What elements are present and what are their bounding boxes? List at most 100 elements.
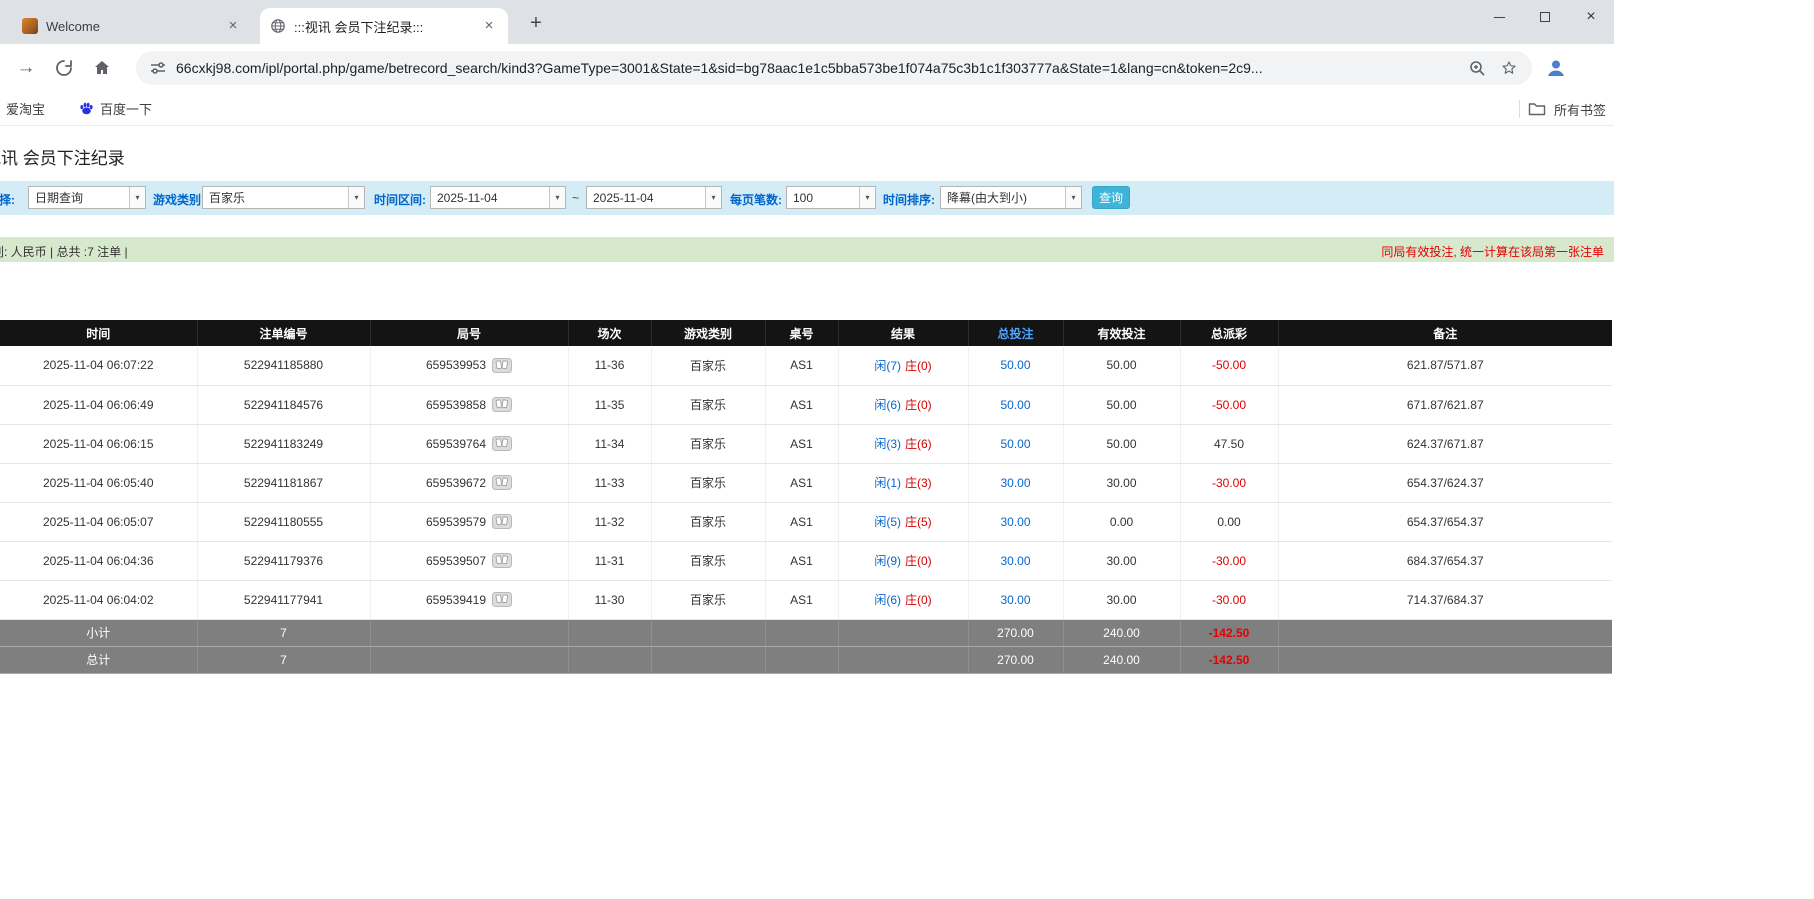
cell-session: 11-30 — [568, 580, 652, 620]
new-tab-button[interactable]: + — [522, 10, 550, 38]
cell-bet-id: 522941184576 — [197, 385, 371, 425]
total-bet-link[interactable]: 30.00 — [1000, 554, 1030, 568]
cell-total-bet: 30.00 — [968, 580, 1064, 620]
notice-text: 同局有效投注, 统一计算在该局第一张注单 — [1381, 245, 1604, 259]
cell-payout: 47.50 — [1180, 424, 1279, 464]
cell-note: 671.87/621.87 — [1278, 385, 1612, 425]
cell-valid-bet: 30.00 — [1063, 580, 1181, 620]
chevron-down-icon: ▾ — [1065, 187, 1081, 208]
cell-game-type: 百家乐 — [651, 541, 766, 581]
bookmark-star-icon[interactable] — [1500, 59, 1518, 77]
result-player: 闲(3) — [874, 437, 901, 451]
chevron-down-icon: ▾ — [129, 187, 145, 208]
bet-record-row: 2025-11-04 06:05:07 522941180555 6595395… — [0, 502, 1612, 542]
window-controls: × — [1476, 0, 1614, 34]
cell-note: 654.37/624.37 — [1278, 463, 1612, 503]
cell-session: 11-31 — [568, 541, 652, 581]
cell-payout: -30.00 — [1180, 541, 1279, 581]
game-category-select[interactable]: 百家乐 ▾ — [202, 186, 365, 209]
browser-window: Welcome × :::视讯 会员下注纪录::: × + × → 66cxkj… — [0, 0, 1614, 899]
date-to-select[interactable]: 2025-11-04 ▾ — [586, 186, 722, 209]
result-banker: 庄(0) — [905, 593, 932, 607]
cell-valid-bet: 30.00 — [1063, 541, 1181, 581]
tab-close-icon[interactable]: × — [480, 17, 498, 35]
bookmark-aitaobao[interactable]: 爱淘宝 — [0, 99, 49, 118]
sort-order-select[interactable]: 降幕(由大到小) ▾ — [940, 186, 1082, 209]
minimize-button[interactable] — [1476, 0, 1522, 34]
zoom-icon[interactable] — [1468, 59, 1486, 77]
bet-records-table: 时间 注单编号 局号 场次 游戏类别 桌号 结果 总投注 有效投注 总派彩 备注… — [0, 320, 1612, 674]
bookmark-label: 爱淘宝 — [6, 102, 46, 117]
cell-time: 2025-11-04 06:04:02 — [0, 580, 198, 620]
globe-icon — [270, 18, 286, 34]
home-button[interactable] — [88, 54, 116, 82]
search-button[interactable]: 查询 — [1092, 186, 1130, 209]
total-bet-link[interactable]: 50.00 — [1000, 398, 1030, 412]
cell-payout: 0.00 — [1180, 502, 1279, 542]
all-bookmarks-button[interactable]: 所有书签 — [1518, 92, 1606, 126]
cell-valid-bet: 0.00 — [1063, 502, 1181, 542]
cell-note: 624.37/671.87 — [1278, 424, 1612, 464]
search-type-label: 查询选择: — [0, 193, 15, 207]
round-number: 659539507 — [425, 553, 487, 568]
folder-icon — [1528, 101, 1546, 117]
search-type-select[interactable]: 日期查询 ▾ — [28, 186, 146, 209]
baidu-paw-icon — [79, 101, 94, 116]
reload-button[interactable] — [50, 54, 78, 82]
col-header-time: 时间 — [0, 320, 198, 346]
round-number: 659539419 — [425, 592, 487, 607]
view-cards-icon[interactable] — [492, 592, 513, 607]
view-cards-icon[interactable] — [492, 436, 513, 451]
reload-icon — [56, 60, 72, 76]
total-bet-link[interactable]: 30.00 — [1000, 515, 1030, 529]
chevron-down-icon: ▾ — [549, 187, 565, 208]
cell-table-no: AS1 — [765, 580, 839, 620]
cell-session: 11-32 — [568, 502, 652, 542]
cell-round: 659539672 — [370, 463, 569, 503]
welcome-favicon-icon — [22, 18, 38, 34]
view-cards-icon[interactable] — [492, 514, 513, 529]
tab-welcome[interactable]: Welcome × — [12, 8, 252, 44]
bookmark-baidu[interactable]: 百度一下 — [75, 99, 156, 118]
view-cards-icon[interactable] — [492, 475, 513, 490]
total-bet-link[interactable]: 50.00 — [1000, 358, 1030, 372]
total-bet-link[interactable]: 50.00 — [1000, 437, 1030, 451]
date-from-select[interactable]: 2025-11-04 ▾ — [430, 186, 566, 209]
tab-close-icon[interactable]: × — [224, 17, 242, 35]
total-bet-link[interactable]: 30.00 — [1000, 593, 1030, 607]
total-count: 7 — [197, 646, 371, 674]
maximize-button[interactable] — [1522, 0, 1568, 34]
cell-round: 659539764 — [370, 424, 569, 464]
close-button[interactable]: × — [1568, 0, 1614, 34]
cell-note: 684.37/654.37 — [1278, 541, 1612, 581]
page-size-select[interactable]: 100 ▾ — [786, 186, 876, 209]
cell-valid-bet: 50.00 — [1063, 346, 1181, 386]
forward-button[interactable]: → — [12, 54, 40, 82]
view-cards-icon[interactable] — [492, 553, 513, 568]
navigation-bar: → 66cxkj98.com/ipl/portal.php/game/betre… — [0, 44, 1614, 92]
subtotal-row: 小计 7 270.00 240.00 -142.50 — [0, 619, 1612, 647]
total-bet-link[interactable]: 30.00 — [1000, 476, 1030, 490]
view-cards-icon[interactable] — [492, 397, 513, 412]
cell-game-type: 百家乐 — [651, 463, 766, 503]
cell-game-type: 百家乐 — [651, 580, 766, 620]
cell-round: 659539507 — [370, 541, 569, 581]
view-cards-icon[interactable] — [492, 357, 513, 373]
col-header-result: 结果 — [838, 320, 969, 346]
cell-total-bet: 50.00 — [968, 385, 1064, 425]
url-bar[interactable]: 66cxkj98.com/ipl/portal.php/game/betreco… — [136, 51, 1532, 85]
minimize-icon — [1493, 16, 1505, 18]
home-icon — [95, 61, 109, 74]
cell-total-bet: 50.00 — [968, 424, 1064, 464]
col-header-round: 局号 — [370, 320, 569, 346]
profile-avatar-icon[interactable] — [1544, 56, 1568, 80]
chevron-down-icon: ▾ — [859, 187, 875, 208]
cell-round: 659539858 — [370, 385, 569, 425]
bet-record-row: 2025-11-04 06:07:22 522941185880 6595399… — [0, 346, 1612, 386]
site-settings-icon[interactable] — [150, 60, 166, 76]
url-text[interactable]: 66cxkj98.com/ipl/portal.php/game/betreco… — [176, 60, 1454, 76]
tab-bet-records[interactable]: :::视讯 会员下注纪录::: × — [260, 8, 508, 44]
page-title: 视讯 会员下注纪录 — [0, 149, 125, 168]
round-number: 659539953 — [425, 358, 487, 373]
result-player: 闲(6) — [874, 398, 901, 412]
